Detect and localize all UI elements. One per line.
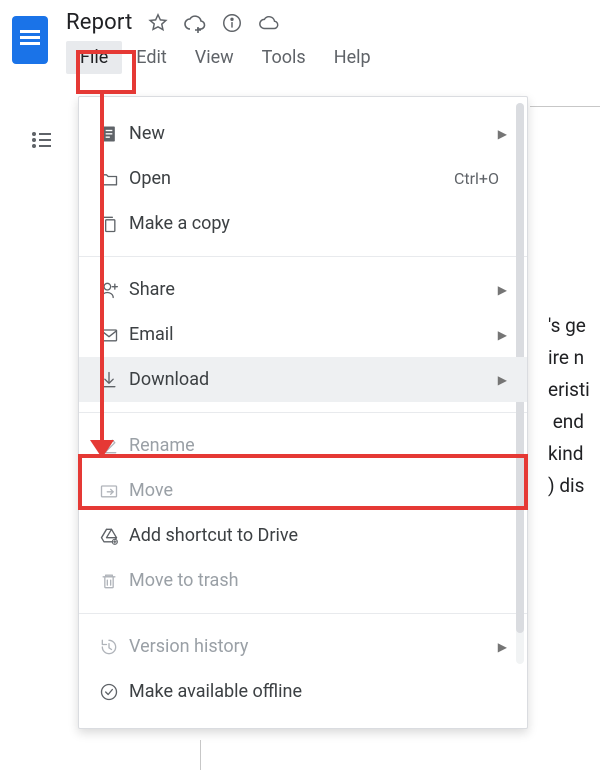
- folder-icon: [99, 169, 129, 189]
- doc-title[interactable]: Report: [66, 10, 133, 35]
- menu-item-move: Move: [79, 468, 527, 513]
- menu-item-version-history: Version history▶: [79, 624, 527, 669]
- submenu-arrow-icon: ▶: [498, 640, 507, 654]
- menu-item-new[interactable]: New▶: [79, 111, 527, 156]
- menu-help[interactable]: Help: [320, 41, 385, 74]
- page-border: [530, 106, 600, 107]
- menu-item-share[interactable]: Share▶: [79, 267, 527, 312]
- submenu-arrow-icon: ▶: [498, 127, 507, 141]
- menu-separator: [79, 412, 527, 413]
- menu-item-label: Rename: [129, 435, 507, 456]
- drive-shortcut-icon: [99, 526, 129, 546]
- copy-icon: [99, 214, 129, 234]
- trash-icon: [99, 571, 129, 591]
- menu-item-label: Open: [129, 168, 454, 189]
- page-border-left: [200, 740, 201, 770]
- menu-item-add-shortcut-to-drive[interactable]: Add shortcut to Drive: [79, 513, 527, 558]
- submenu-arrow-icon: ▶: [498, 373, 507, 387]
- menu-item-shortcut: Ctrl+O: [454, 169, 499, 188]
- menu-item-label: Version history: [129, 636, 498, 657]
- menu-item-make-available-offline[interactable]: Make available offline: [79, 669, 527, 714]
- menu-item-label: Share: [129, 279, 498, 300]
- menu-item-email[interactable]: Email▶: [79, 312, 527, 357]
- mail-icon: [99, 325, 129, 345]
- menu-edit[interactable]: Edit: [122, 41, 180, 74]
- menu-item-label: Move: [129, 480, 507, 501]
- menu-separator: [79, 256, 527, 257]
- menu-separator: [79, 613, 527, 614]
- menu-item-make-a-copy[interactable]: Make a copy: [79, 201, 527, 246]
- submenu-arrow-icon: ▶: [498, 283, 507, 297]
- menu-tools[interactable]: Tools: [248, 41, 320, 74]
- menu-item-download[interactable]: Download▶: [79, 357, 527, 402]
- history-icon: [99, 637, 129, 657]
- page-plus-icon: [99, 124, 129, 144]
- menu-item-label: Download: [129, 369, 498, 390]
- menubar: File Edit View Tools Help: [66, 41, 385, 74]
- menu-item-label: Email: [129, 324, 498, 345]
- menu-file[interactable]: File: [66, 41, 122, 74]
- docs-logo[interactable]: [12, 16, 48, 64]
- pencil-icon: [99, 436, 129, 456]
- outline-icon[interactable]: [28, 128, 56, 152]
- person-plus-icon: [99, 280, 129, 300]
- star-icon[interactable]: [147, 12, 169, 34]
- submenu-arrow-icon: ▶: [498, 328, 507, 342]
- document-body-peek: 's ge ire n eristi end kind ) dis: [548, 310, 600, 502]
- file-menu: New▶OpenCtrl+OMake a copyShare▶Email▶Dow…: [78, 96, 528, 729]
- menu-item-label: Move to trash: [129, 570, 507, 591]
- menu-item-label: Make a copy: [129, 213, 507, 234]
- menu-item-label: Add shortcut to Drive: [129, 525, 507, 546]
- cloud-icon[interactable]: [257, 12, 281, 34]
- menu-item-rename: Rename: [79, 423, 527, 468]
- menu-item-label: Make available offline: [129, 681, 507, 702]
- offline-icon: [99, 682, 129, 702]
- move-icon: [99, 481, 129, 501]
- menu-view[interactable]: View: [181, 41, 248, 74]
- cloud-plus-icon[interactable]: [183, 11, 207, 35]
- info-icon[interactable]: [221, 12, 243, 34]
- menu-item-open[interactable]: OpenCtrl+O: [79, 156, 527, 201]
- menu-item-label: New: [129, 123, 498, 144]
- menu-item-move-to-trash: Move to trash: [79, 558, 527, 603]
- download-icon: [99, 370, 129, 390]
